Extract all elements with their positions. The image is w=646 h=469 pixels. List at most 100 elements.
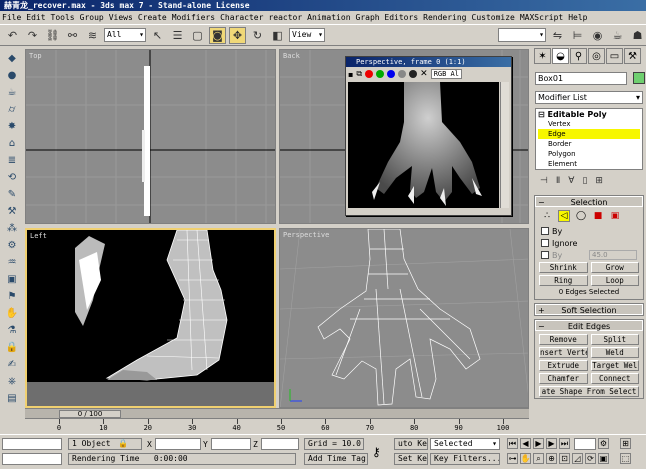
by-vertex-checkbox[interactable]: By [535,225,643,237]
menu-views[interactable]: Views [109,13,133,22]
utilities-tab-icon[interactable]: ⚒ [624,48,641,64]
border-level-icon[interactable]: ◯ [575,210,587,222]
selection-filter-dropdown[interactable]: All [104,28,146,42]
stack-subobject-border[interactable]: Border [538,139,640,149]
menu-group[interactable]: Group [80,13,104,22]
weld-button[interactable]: Weld [590,347,639,358]
create-tab-icon[interactable]: ✶ [534,48,551,64]
pan-icon[interactable]: ✋ [520,453,531,464]
edge-level-icon[interactable]: ◁ [558,210,570,222]
rendered-frame-window[interactable]: Perspective, frame 0 (1:1) ▪ ⧉ ✕ RGB Al [345,56,512,216]
angle-spinner[interactable]: 45.0 [589,250,637,260]
stack-subobject-vertex[interactable]: Vertex [538,119,640,129]
key-mode-toggle-icon[interactable]: ⊶ [507,453,518,464]
insert-vertex-button[interactable]: nsert Verte [539,347,588,358]
mirror-icon[interactable]: ⇋ [549,27,566,44]
previous-frame-icon[interactable]: ◀ [520,438,531,449]
modify-tab-icon[interactable]: ◒ [552,48,569,64]
hierarchy-icon[interactable]: ⚙ [4,237,20,253]
named-selection-dropdown[interactable] [498,28,546,42]
play-icon[interactable]: ▶ [533,438,544,449]
zoom-extents-icon[interactable]: ⊡ [559,453,570,464]
camera-icon[interactable]: ⌂ [4,135,20,151]
make-unique-icon[interactable]: ∀ [568,176,574,186]
stack-subobject-element[interactable]: Element [538,159,640,169]
field-of-view-icon[interactable]: ◿ [572,453,583,464]
menu-customize[interactable]: Customize [472,13,515,22]
render-window-title[interactable]: Perspective, frame 0 (1:1) [346,57,511,67]
clear-icon[interactable]: ✕ [420,69,428,79]
show-end-result-icon[interactable]: Ⅱ [556,176,560,186]
light-icon[interactable]: ✸ [4,118,20,134]
connect-button[interactable]: Connect [590,373,639,384]
modifier-list-dropdown[interactable]: Modifier List [535,91,643,104]
target-weld-button[interactable]: Target Wel [590,360,639,371]
menu-maxscript[interactable]: MAXScript [520,13,563,22]
teapot-icon[interactable]: ☕ [4,84,20,100]
reference-coordinate-dropdown[interactable]: View [289,28,325,42]
z-coordinate-field[interactable] [261,438,299,450]
element-level-icon[interactable]: ▣ [609,210,621,222]
next-frame-icon[interactable]: ▶ [546,438,557,449]
sphere-icon[interactable]: ● [4,67,20,83]
orbit-icon[interactable]: ⟳ [585,453,596,464]
create-icon[interactable]: ◆ [4,50,20,66]
maxscript-listener[interactable] [2,438,62,450]
add-time-tag-button[interactable]: Add Time Tag [304,453,368,465]
motion-icon[interactable]: ♒ [4,254,20,270]
menu-help[interactable]: Help [568,13,587,22]
stack-subobject-polygon[interactable]: Polygon [538,149,640,159]
menu-edit[interactable]: Edit [26,13,45,22]
time-config-icon[interactable]: ⚙ [598,438,609,449]
object-color-swatch[interactable] [632,72,645,84]
render-window-scrollbar[interactable] [500,82,509,208]
bone-icon[interactable]: ⚒ [4,203,20,219]
utilities-icon[interactable]: ⚑ [4,288,20,304]
track-bar[interactable]: 0 10 20 30 40 50 60 70 80 90 100 [25,418,529,434]
rect-selection-icon[interactable]: ▢ [189,27,206,44]
bind-space-warp-icon[interactable]: ≋ [84,27,101,44]
region-zoom-icon[interactable]: ⬚ [620,453,631,464]
ik-icon[interactable]: ⎈ [4,373,20,389]
menu-file[interactable]: File [2,13,21,22]
create-shape-button[interactable]: ate Shape From Select [539,386,639,397]
x-coordinate-field[interactable] [155,438,201,450]
undo-icon[interactable]: ↶ [4,27,21,44]
key-mode-dropdown[interactable]: Selected ▾ [430,438,500,450]
polygon-level-icon[interactable]: ■ [592,210,604,222]
configure-modifier-sets-icon[interactable]: ⊞ [595,176,603,186]
align-icon[interactable]: ⊨ [569,27,586,44]
blue-channel-icon[interactable] [387,70,396,78]
go-to-end-icon[interactable]: ⏭ [559,438,570,449]
loop-button[interactable]: Loop [590,275,639,286]
motion-tab-icon[interactable]: ◎ [588,48,605,64]
menu-modifiers[interactable]: Modifiers [172,13,215,22]
grow-button[interactable]: Grow [590,262,639,273]
zoom-extents-all-icon[interactable]: ⊞ [620,438,631,449]
select-scale-icon[interactable]: ◧ [269,27,286,44]
viewport-top[interactable]: Top [25,49,276,224]
shrink-button[interactable]: Shrink [539,262,588,273]
maximize-viewport-icon[interactable]: ▣ [598,453,609,464]
particle-icon[interactable]: ⁂ [4,220,20,236]
menu-animation[interactable]: Animation [307,13,350,22]
selection-rollout-header[interactable]: − Selection [535,196,643,207]
split-button[interactable]: Split [590,334,639,345]
render-icon[interactable]: ☕ [609,27,626,44]
key-filters-button[interactable]: Key Filters... [430,453,500,465]
time-slider[interactable]: 0 / 100 [59,410,121,418]
menu-graph-editors[interactable]: Graph Editors [356,13,419,22]
link-icon[interactable]: ⛓ [44,27,61,44]
material-editor-icon[interactable]: ◉ [589,27,606,44]
select-by-name-icon[interactable]: ☰ [169,27,186,44]
soft-selection-header[interactable]: + Soft Selection [535,304,643,315]
lock-icon[interactable]: 🔒 [4,339,20,355]
unlink-icon[interactable]: ⚯ [64,27,81,44]
display-tab-icon[interactable]: ▭ [606,48,623,64]
edit-edges-header[interactable]: − Edit Edges [535,320,643,331]
clone-icon[interactable]: ⧉ [356,69,362,79]
grab-icon[interactable]: ✋ [4,305,20,321]
go-to-start-icon[interactable]: ⏮ [507,438,518,449]
ring-button[interactable]: Ring [539,275,588,286]
viewport-label-left[interactable]: Left [30,232,47,240]
